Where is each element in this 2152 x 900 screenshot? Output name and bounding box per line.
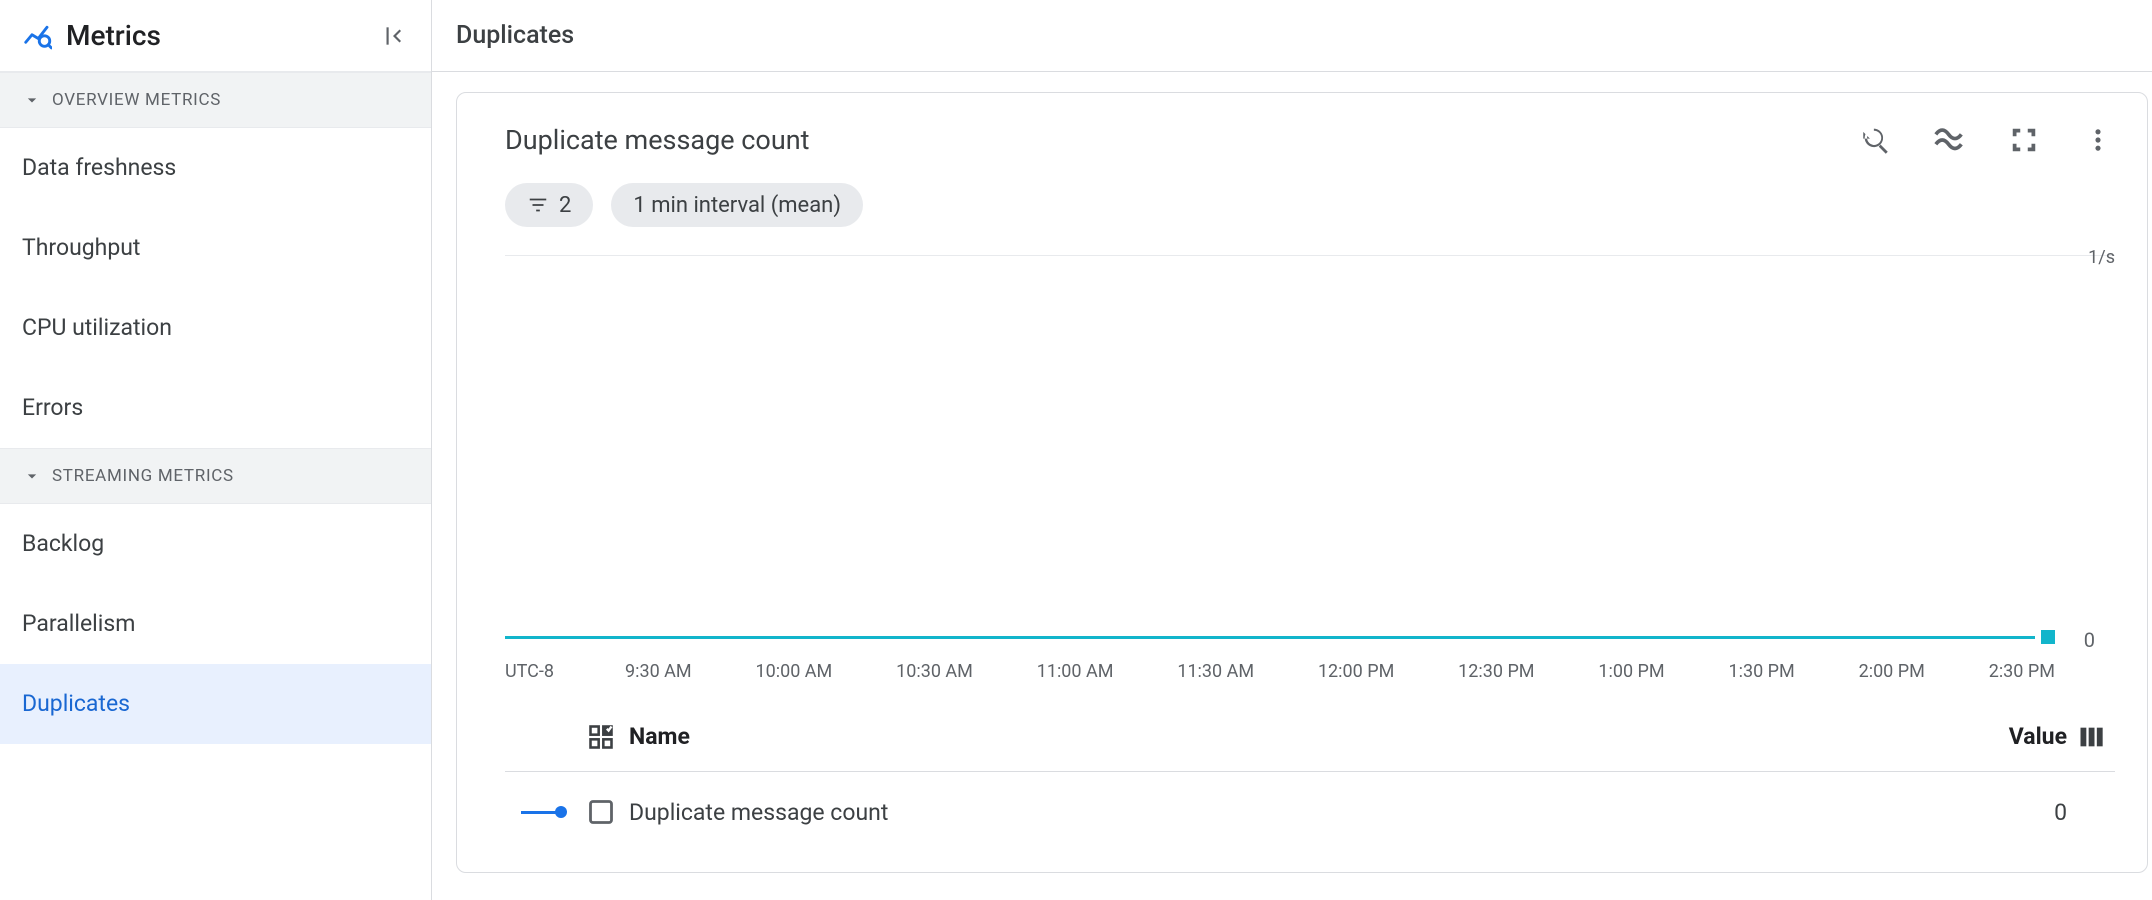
chart-x-tick: 2:00 PM	[1859, 661, 1925, 682]
chart-timezone: UTC-8	[505, 661, 625, 682]
nav-throughput[interactable]: Throughput	[0, 208, 431, 288]
chart-x-tick: 12:00 PM	[1318, 661, 1394, 682]
section-label: OVERVIEW METRICS	[52, 90, 221, 110]
nav-errors[interactable]: Errors	[0, 368, 431, 448]
reset-zoom-button[interactable]	[1859, 123, 1893, 157]
chart-x-tick: 9:30 AM	[625, 661, 692, 682]
chart-gridline	[505, 255, 2115, 256]
nav-cpu-utilization[interactable]: CPU utilization	[0, 288, 431, 368]
legend-table: Name Value Duplicate messag	[505, 702, 2115, 852]
chart-plot-area: 0 UTC-8 9:30 AM 10:00 AM 10:30 AM 11:00 AM 1…	[505, 262, 2115, 682]
legend-swatch	[505, 811, 577, 814]
sidebar-header: Metrics	[0, 0, 431, 72]
chart-x-tick: 10:30 AM	[896, 661, 973, 682]
legend-toggle-button[interactable]	[1933, 123, 1967, 157]
chart-title: Duplicate message count	[505, 124, 1859, 156]
legend-header: Name Value	[505, 702, 2115, 772]
chart-x-tick: 11:00 AM	[1037, 661, 1114, 682]
chart-x-tick: 12:30 PM	[1458, 661, 1534, 682]
nav-backlog[interactable]: Backlog	[0, 504, 431, 584]
legend-header-value[interactable]: Value	[1967, 723, 2067, 750]
page-title: Duplicates	[456, 21, 574, 50]
filter-count: 2	[559, 193, 571, 218]
chart-x-axis: UTC-8 9:30 AM 10:00 AM 10:30 AM 11:00 AM 11:…	[505, 661, 2055, 682]
grid-selector-icon[interactable]	[577, 723, 625, 751]
sidebar: Metrics OVERVIEW METRICS Data freshness …	[0, 0, 432, 900]
chart-series-line	[505, 630, 2055, 644]
chart[interactable]: 1/s 0 UTC-8 9:30 AM10:00 AM10:30 AM11:00…	[505, 255, 2115, 682]
chart-actions	[1859, 123, 2115, 157]
chart-card: Duplicate message count	[456, 92, 2148, 873]
fullscreen-button[interactable]	[2007, 123, 2041, 157]
series-end-marker	[2041, 630, 2055, 644]
chevron-down-icon	[22, 90, 42, 110]
interval-label: 1 min interval (mean)	[633, 193, 841, 218]
sidebar-title: Metrics	[66, 19, 377, 52]
main: Duplicates Duplicate message count	[432, 0, 2152, 900]
collapse-sidebar-button[interactable]	[377, 20, 409, 52]
chart-x-tick: 1:00 PM	[1598, 661, 1664, 682]
chevron-down-icon	[22, 466, 42, 486]
legend-row[interactable]: Duplicate message count 0	[505, 772, 2115, 852]
nav-data-freshness[interactable]: Data freshness	[0, 128, 431, 208]
filter-chip[interactable]: 2	[505, 183, 593, 227]
main-header: Duplicates	[432, 0, 2152, 72]
filter-icon	[527, 194, 549, 216]
legend-row-value: 0	[1967, 799, 2067, 826]
columns-icon[interactable]	[2067, 723, 2115, 751]
more-options-button[interactable]	[2081, 123, 2115, 157]
legend-row-name: Duplicate message count	[625, 799, 1967, 826]
chart-x-tick: 2:30 PM	[1989, 661, 2055, 682]
nav-duplicates[interactable]: Duplicates	[0, 664, 431, 744]
chart-x-tick: 10:00 AM	[756, 661, 833, 682]
section-overview-metrics[interactable]: OVERVIEW METRICS	[0, 72, 431, 128]
content: Duplicate message count	[432, 72, 2152, 900]
nav-parallelism[interactable]: Parallelism	[0, 584, 431, 664]
section-streaming-metrics[interactable]: STREAMING METRICS	[0, 448, 431, 504]
chart-x-tick: 11:30 AM	[1177, 661, 1254, 682]
legend-checkbox[interactable]	[577, 798, 625, 826]
chart-x-tick: 1:30 PM	[1728, 661, 1794, 682]
metrics-logo-icon	[22, 21, 52, 51]
interval-chip[interactable]: 1 min interval (mean)	[611, 183, 863, 227]
legend-header-name[interactable]: Name	[625, 723, 1967, 750]
section-label: STREAMING METRICS	[52, 466, 234, 486]
chart-y0-label: 0	[2084, 628, 2095, 652]
